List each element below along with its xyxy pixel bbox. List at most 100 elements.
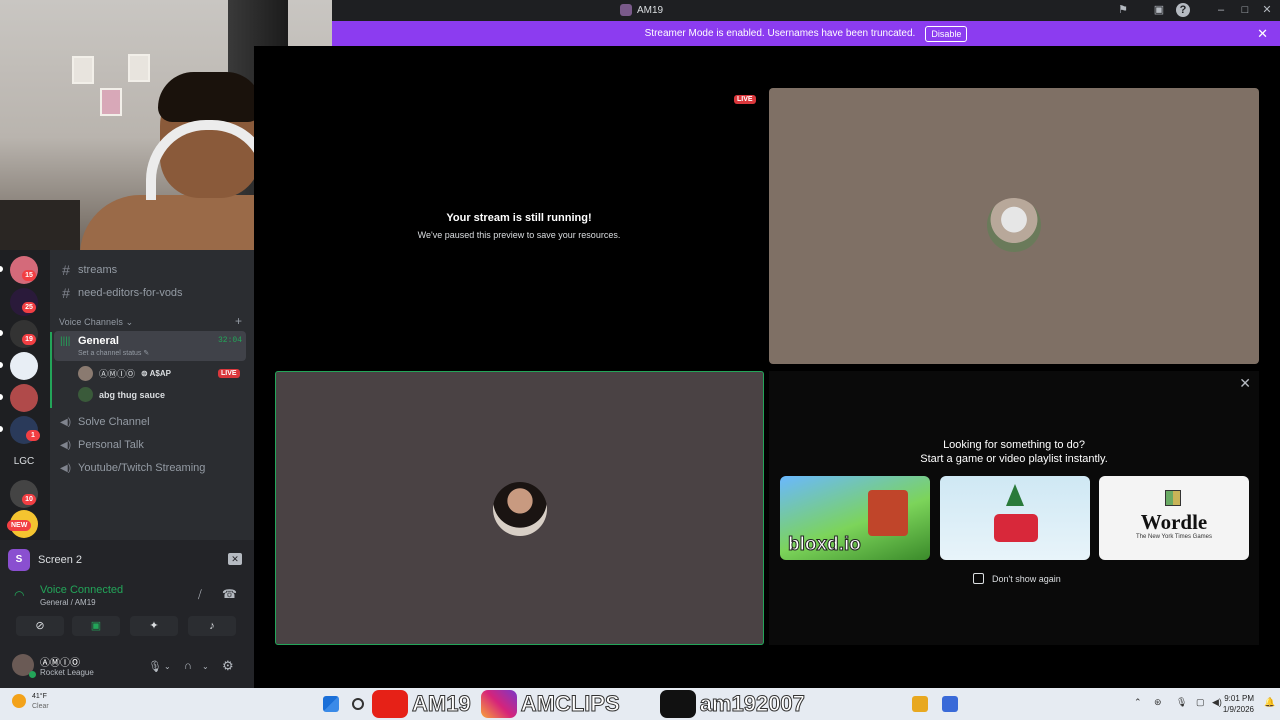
channel-label: need-editors-for-vods — [78, 287, 183, 299]
screen-share-status: S Screen 2 ✕ — [8, 546, 246, 574]
voice-status[interactable]: Voice Connected — [40, 584, 123, 596]
start-icon[interactable] — [323, 696, 339, 712]
unread-pip — [0, 362, 3, 368]
activity-card-snow[interactable] — [940, 476, 1090, 560]
overlay-tiktok-handle: am192007 — [699, 691, 805, 717]
chevron-down-icon: ⌄ — [125, 317, 134, 327]
wordle-logo-icon — [1165, 490, 1181, 506]
streamer-mode-banner: Streamer Mode is enabled. Usernames have… — [332, 21, 1280, 46]
unread-pip — [0, 330, 3, 336]
channel-label: Youtube/Twitch Streaming — [78, 462, 206, 474]
notification-icon[interactable]: 🔔 — [1264, 697, 1275, 708]
tag-icon: ⊜ — [141, 369, 148, 378]
activity-subtitle: Start a game or video playlist instantly… — [920, 453, 1108, 465]
live-badge: LIVE — [734, 95, 756, 104]
stop-share-icon[interactable]: ✕ — [228, 553, 242, 565]
window-title-text: AM19 — [637, 4, 664, 16]
tiktok-icon — [659, 690, 696, 718]
participant-tile[interactable] — [769, 88, 1259, 364]
wall-poster — [100, 88, 122, 116]
weather-icon — [12, 694, 26, 708]
user-row: ⒶⓂⒾⓄ Rocket League 🎙 ⌄ ∩ ⌄ ⚙ — [0, 644, 254, 688]
dont-show-label: Don't show again — [992, 573, 1061, 584]
system-clock[interactable]: 9:01 PM 1/9/2026 — [1223, 693, 1254, 715]
file-explorer-icon[interactable] — [912, 696, 928, 712]
server-lgc[interactable]: LGC — [10, 448, 38, 476]
temperature: 41°F — [32, 693, 47, 700]
clock-time: 9:01 PM — [1224, 694, 1254, 703]
activity-card-bloxd[interactable]: bloxd.io — [780, 476, 930, 560]
close-icon[interactable]: ✕ — [1239, 375, 1251, 392]
channel-streams[interactable]: # streams — [60, 262, 117, 278]
channel-list: # streams # need-editors-for-vods Voice Ch… — [50, 250, 254, 540]
banner-text: Streamer Mode is enabled. Usernames have… — [644, 28, 916, 39]
soundboard-button[interactable]: ♪ — [188, 616, 236, 636]
voice-location[interactable]: General / AM19 — [40, 598, 96, 607]
paused-subtitle: We've paused this preview to save your r… — [417, 230, 621, 240]
unread-pip — [0, 426, 3, 432]
disable-button[interactable]: Disable — [925, 25, 968, 42]
chevron-down-icon[interactable]: ⌄ — [164, 662, 171, 671]
close-icon[interactable]: ✕ — [1257, 26, 1268, 42]
noise-suppression-icon[interactable]: ⧸ — [198, 589, 202, 602]
channel-need-editors[interactable]: # need-editors-for-vods — [60, 285, 183, 301]
server-icon[interactable] — [10, 352, 38, 380]
channel-personal-talk[interactable]: ◀) Personal Talk — [60, 439, 144, 451]
minimize-icon[interactable]: – — [1214, 3, 1228, 17]
screen-share-button[interactable]: ▣ — [72, 616, 120, 636]
app-icon[interactable] — [942, 696, 958, 712]
display-icon[interactable]: ▢ — [1196, 697, 1205, 708]
hash-icon: # — [62, 285, 70, 301]
channel-status[interactable]: Set a channel status ✎ — [78, 349, 149, 357]
gear-icon[interactable]: ⚙ — [222, 658, 234, 674]
close-window-icon[interactable]: ✕ — [1260, 3, 1274, 17]
voice-active-icon: |||| — [60, 336, 71, 347]
overlay-instagram-handle: AMCLIPS — [520, 691, 620, 717]
unread-pip — [0, 394, 3, 400]
maximize-icon[interactable]: □ — [1238, 3, 1252, 17]
volume-icon[interactable]: ◀) — [1212, 697, 1222, 708]
avatar — [78, 366, 93, 381]
security-icon[interactable]: ⊛ — [1154, 697, 1162, 708]
user-activity: Rocket League — [40, 668, 94, 677]
paused-title: Your stream is still running! — [446, 212, 592, 224]
weather-widget[interactable]: 41°F Clear — [12, 692, 49, 712]
disconnect-icon[interactable]: ☎ — [222, 587, 237, 601]
camera-off-button[interactable]: ⊘ — [16, 616, 64, 636]
activity-card-wordle[interactable]: Wordle The New York Times Games — [1099, 476, 1249, 560]
channel-solve[interactable]: ◀) Solve Channel — [60, 416, 150, 428]
speaker-icon: ◀) — [60, 462, 72, 474]
dont-show-again[interactable]: Don't show again — [973, 573, 1061, 584]
mention-badge: 10 — [22, 494, 36, 505]
activity-title: Looking for something to do? — [943, 439, 1085, 451]
microphone-tray-icon[interactable]: 🎙 — [1176, 697, 1187, 708]
search-icon[interactable] — [352, 698, 364, 710]
chevron-down-icon[interactable]: ⌄ — [202, 662, 209, 671]
checkbox[interactable] — [973, 573, 984, 584]
speaker-icon: ◀) — [60, 416, 72, 428]
channel-label: streams — [78, 264, 118, 276]
avatar — [78, 387, 93, 402]
voice-user[interactable]: abg thug sauce — [78, 387, 165, 402]
overlay-youtube-handle: AM19 — [412, 691, 472, 717]
speaker-icon: ◀) — [60, 439, 72, 451]
voice-connection: ◠ Voice Connected General / AM19 ⧸ ☎ — [14, 584, 246, 612]
inbox-icon[interactable]: ⚑ — [1116, 3, 1130, 17]
voice-channels-header[interactable]: Voice Channels ⌄ — [59, 317, 133, 328]
add-channel-icon[interactable]: + — [235, 314, 242, 328]
activities-button[interactable]: ✦ — [130, 616, 178, 636]
channel-youtube-twitch[interactable]: ◀) Youtube/Twitch Streaming — [60, 462, 205, 474]
voice-user[interactable]: ⒶⓂⒾⓄ ⊜ A$AP — [78, 366, 171, 381]
screen-icon[interactable]: ▣ — [1152, 3, 1166, 17]
voice-user-name: ⒶⓂⒾⓄ — [99, 369, 136, 379]
participant-tile[interactable] — [275, 371, 764, 645]
server-icon — [620, 4, 632, 16]
mention-badge: 15 — [22, 270, 36, 281]
channel-general[interactable]: |||| General Set a channel status ✎ 32:0… — [54, 331, 246, 361]
server-rail: 15 25 19 1 LGC 10 NEW — [0, 250, 50, 540]
headphones-icon[interactable]: ∩ — [184, 660, 192, 672]
server-icon[interactable] — [10, 384, 38, 412]
microphone-icon[interactable]: 🎙 — [148, 660, 162, 673]
help-icon[interactable]: ? — [1176, 3, 1190, 17]
tray-expand-icon[interactable]: ⌃ — [1134, 697, 1142, 708]
